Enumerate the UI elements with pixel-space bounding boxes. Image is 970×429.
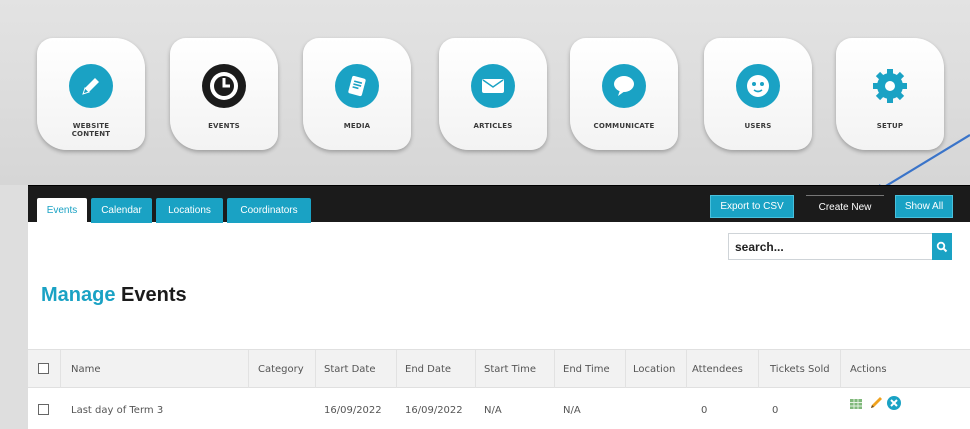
cell-name[interactable]: Last day of Term 3 bbox=[71, 405, 163, 416]
col-attendees[interactable]: Attendees bbox=[692, 364, 743, 375]
search-input[interactable]: search... bbox=[728, 233, 951, 260]
col-start-date[interactable]: Start Date bbox=[324, 364, 376, 375]
tab-coordinators[interactable]: Coordinators bbox=[227, 198, 311, 223]
tab-locations[interactable]: Locations bbox=[156, 198, 223, 223]
tab-bar: Events Calendar Locations Coordinators E… bbox=[28, 185, 970, 223]
cell-start-date: 16/09/2022 bbox=[324, 405, 382, 416]
cell-end-date: 16/09/2022 bbox=[405, 405, 463, 416]
events-panel: Events Calendar Locations Coordinators E… bbox=[28, 185, 970, 429]
cell-end-time: N/A bbox=[563, 405, 581, 416]
page-title-rest: Events bbox=[121, 284, 187, 306]
select-all-checkbox[interactable] bbox=[38, 363, 49, 374]
page-title-accent: Manage bbox=[41, 284, 116, 306]
col-tickets-sold[interactable]: Tickets Sold bbox=[770, 364, 830, 375]
delete-icon[interactable] bbox=[886, 395, 902, 411]
cell-start-time: N/A bbox=[484, 405, 502, 416]
col-category[interactable]: Category bbox=[258, 364, 304, 375]
col-end-date[interactable]: End Date bbox=[405, 364, 451, 375]
table-header: Name Category Start Date End Date Start … bbox=[28, 349, 970, 389]
search-icon bbox=[936, 241, 948, 252]
col-start-time[interactable]: Start Time bbox=[484, 364, 536, 375]
cell-tickets-sold: 0 bbox=[772, 405, 779, 416]
table-row: Last day of Term 3 16/09/2022 16/09/2022… bbox=[28, 388, 970, 429]
tab-events[interactable]: Events bbox=[37, 198, 87, 223]
tab-calendar[interactable]: Calendar bbox=[91, 198, 152, 223]
col-end-time[interactable]: End Time bbox=[563, 364, 610, 375]
export-csv-button[interactable]: Export to CSV bbox=[710, 195, 794, 218]
page-title: Manage Events bbox=[41, 284, 187, 307]
cell-attendees: 0 bbox=[701, 405, 708, 416]
row-checkbox[interactable] bbox=[38, 404, 49, 415]
col-name[interactable]: Name bbox=[71, 364, 101, 375]
col-location[interactable]: Location bbox=[633, 364, 675, 375]
spreadsheet-icon[interactable] bbox=[849, 397, 863, 411]
show-all-button[interactable]: Show All bbox=[895, 195, 953, 218]
col-actions: Actions bbox=[850, 364, 887, 375]
create-new-button[interactable]: Create New bbox=[806, 195, 884, 218]
edit-pencil-icon[interactable] bbox=[868, 395, 884, 411]
search-button[interactable] bbox=[932, 233, 952, 260]
